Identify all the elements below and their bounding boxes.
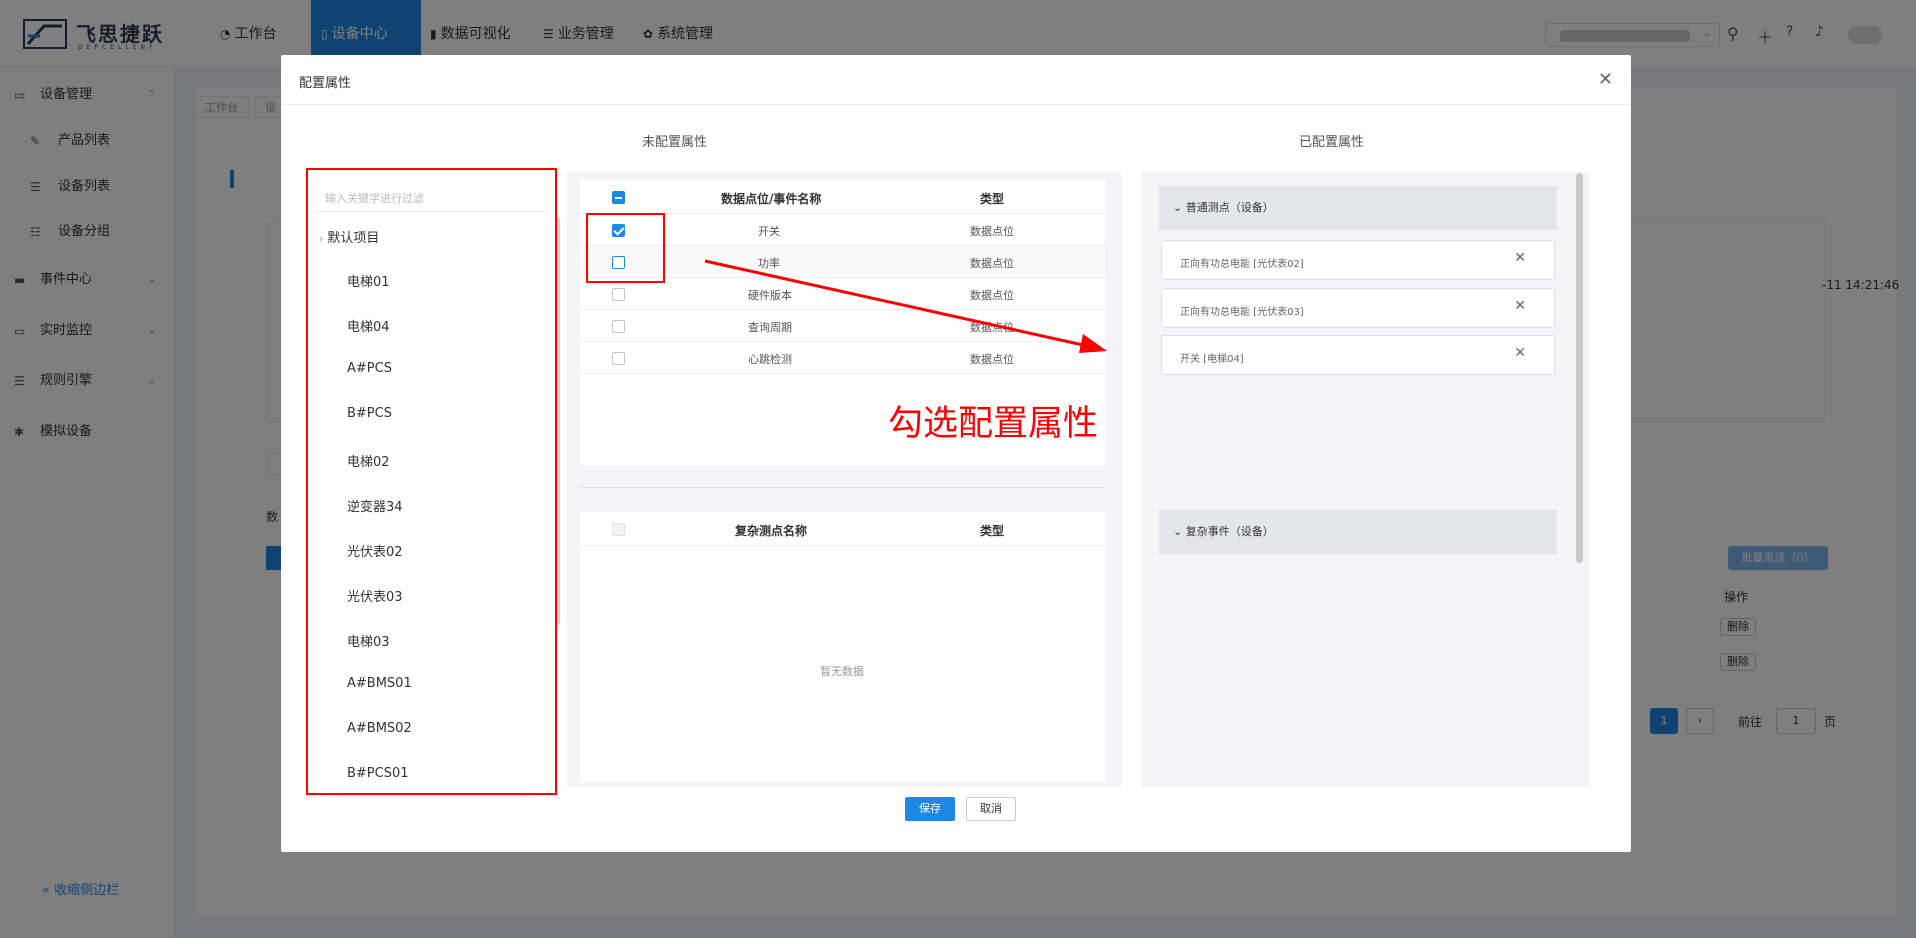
configured-title: 已配置属性 <box>1299 135 1365 150</box>
app-root: 飞思捷跃 DEPCELLENT ◔工作台 ▯设备中心 ▮数据可视化 ☰业务管理 … <box>0 0 1916 938</box>
annotation-text: 勾选配置属性 <box>888 404 1099 444</box>
column-header: 类型 <box>980 524 1005 538</box>
group-complex-events[interactable]: ⌄ 复杂事件（设备） <box>1159 510 1557 554</box>
configured-item-label: 开关 [电梯04] <box>1180 354 1244 365</box>
configured-item: 正向有功总电能 [光伏表02] ✕ <box>1161 240 1555 280</box>
table-header-row: 数据点位/事件名称 类型 <box>580 180 1105 214</box>
row-checkbox[interactable] <box>612 320 625 333</box>
close-icon[interactable]: ✕ <box>1598 69 1613 90</box>
close-icon[interactable]: ✕ <box>1514 345 1526 361</box>
group-normal-points[interactable]: ⌄ 普通测点（设备） <box>1159 186 1557 230</box>
column-header: 数据点位/事件名称 <box>721 192 822 206</box>
configured-item-label: 正向有功总电能 [光伏表02] <box>1180 259 1304 270</box>
save-button[interactable]: 保存 <box>905 797 955 821</box>
row-checkbox[interactable] <box>612 352 625 365</box>
dialog-header: 配置属性 ✕ <box>281 55 1631 105</box>
annotation-arrow-icon <box>704 259 1107 353</box>
select-all-checkbox <box>612 523 625 536</box>
annotation-tree-box <box>306 168 557 795</box>
close-icon[interactable]: ✕ <box>1514 250 1526 266</box>
configured-item: 开关 [电梯04] ✕ <box>1161 335 1555 375</box>
config-attributes-dialog: 配置属性 ✕ 未配置属性 已配置属性 输入关键字进行过滤 › 默认项目 电梯01 … <box>281 55 1631 852</box>
cancel-button[interactable]: 取消 <box>966 797 1016 821</box>
unconfigured-title: 未配置属性 <box>642 135 708 150</box>
configured-item-label: 正向有功总电能 [光伏表03] <box>1180 307 1304 318</box>
group-label: 复杂事件（设备） <box>1185 525 1274 538</box>
column-header: 复杂测点名称 <box>735 524 808 538</box>
dialog-title: 配置属性 <box>299 76 352 91</box>
row-checkbox[interactable] <box>612 288 625 301</box>
complex-point-table: 复杂测点名称 类型 暂无数据 <box>580 512 1105 782</box>
chevron-down-icon: ⌄ <box>1173 201 1186 214</box>
configured-item: 正向有功总电能 [光伏表03] ✕ <box>1161 288 1555 328</box>
configured-scrollbar[interactable] <box>1576 173 1583 563</box>
table-header-row: 复杂测点名称 类型 <box>580 512 1105 546</box>
divider <box>580 487 1105 488</box>
close-icon[interactable]: ✕ <box>1514 298 1526 314</box>
group-label: 普通测点（设备） <box>1185 201 1274 214</box>
row-type: 数据点位 <box>970 225 1014 238</box>
select-all-checkbox[interactable] <box>612 191 625 204</box>
configured-panel: ⌄ 普通测点（设备） 正向有功总电能 [光伏表02] ✕ 正向有功总电能 [光伏… <box>1141 172 1589 787</box>
empty-text: 暂无数据 <box>820 665 864 678</box>
chevron-down-icon: ⌄ <box>1173 525 1186 538</box>
row-name: 开关 <box>758 225 780 238</box>
annotation-checkbox-box <box>586 213 665 283</box>
column-header: 类型 <box>980 192 1005 206</box>
